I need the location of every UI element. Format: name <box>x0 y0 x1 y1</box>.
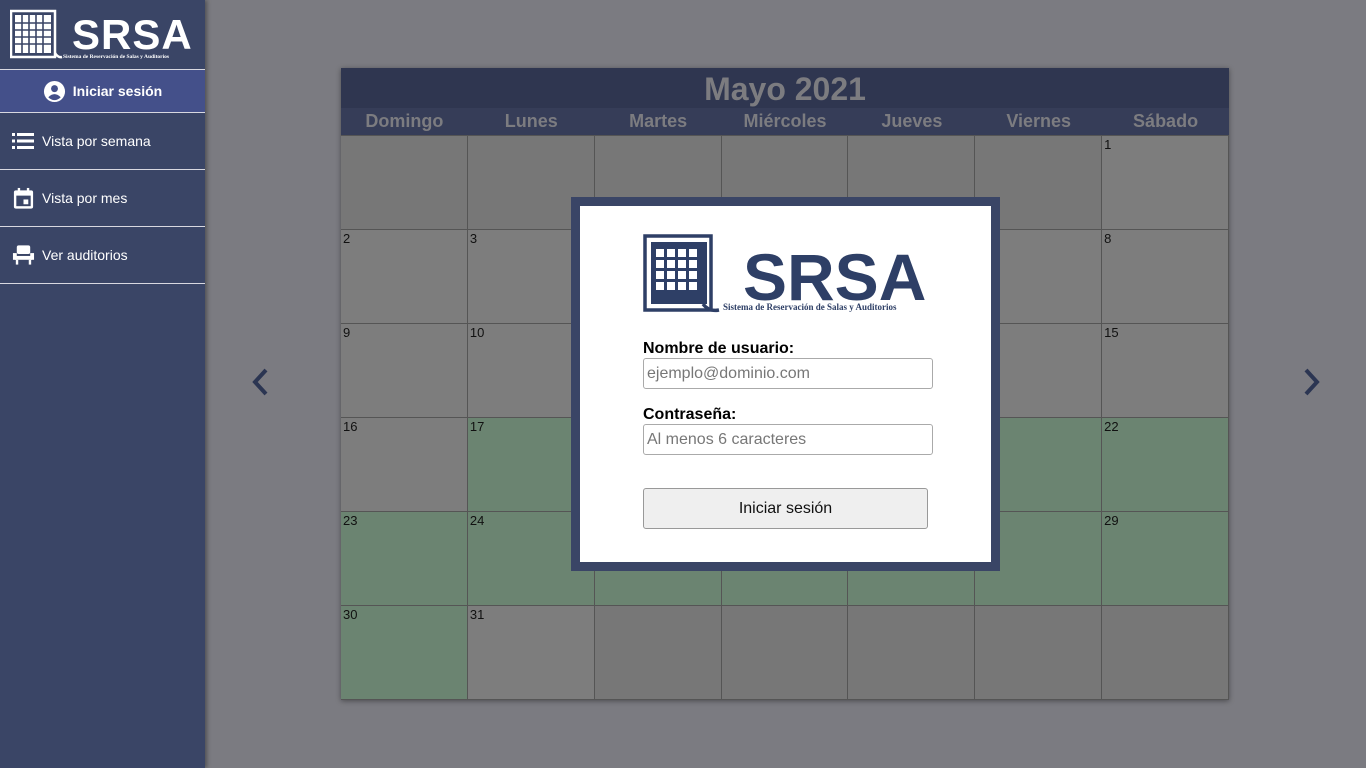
calendar-logo-icon <box>10 9 63 58</box>
login-submit-button[interactable]: Iniciar sesión <box>643 488 928 529</box>
day-number: 2 <box>343 231 351 246</box>
logo-text: SRSA <box>72 11 193 58</box>
chevron-right-icon <box>1304 368 1320 396</box>
calendar-title: Mayo 2021 <box>341 68 1229 108</box>
sidebar-item-label: Vista por semana <box>42 133 151 149</box>
sidebar-item-auditoriums[interactable]: Ver auditorios <box>0 227 205 284</box>
day-number: 3 <box>469 231 478 246</box>
username-label: Nombre de usuario: <box>643 340 795 357</box>
calendar-day-cell[interactable]: 31 <box>467 606 595 700</box>
sidebar-item-weekly-view[interactable]: Vista por semana <box>0 113 205 170</box>
day-number: 29 <box>1104 513 1119 528</box>
sidebar-login-button[interactable]: Iniciar sesión <box>0 70 205 113</box>
calendar-day-cell <box>341 136 468 230</box>
login-modal: SRSA Sistema de Reservación de Salas y A… <box>571 197 1000 571</box>
day-number: 30 <box>343 607 358 622</box>
calendar-day-cell[interactable]: 15 <box>1102 324 1229 418</box>
password-input[interactable] <box>643 424 933 455</box>
calendar-day-cell <box>594 606 722 700</box>
seat-icon <box>12 245 35 265</box>
weekday-label: Jueves <box>881 111 943 131</box>
srsa-logo: SRSA Sistema de Reservación de Salas y A… <box>10 9 193 60</box>
day-number: 22 <box>1104 419 1119 434</box>
weekday-label: Viernes <box>1006 111 1072 131</box>
day-number: 31 <box>469 607 485 622</box>
calendar-day-cell[interactable]: 23 <box>341 512 468 606</box>
account-icon <box>43 80 65 102</box>
day-number: 9 <box>343 325 351 340</box>
calendar-day-cell[interactable]: 2 <box>341 230 468 324</box>
calendar-day-cell[interactable]: 29 <box>1102 512 1229 606</box>
sidebar-login-label: Iniciar sesión <box>72 83 163 99</box>
day-number: 24 <box>469 513 485 528</box>
calendar-day-cell[interactable]: 16 <box>341 418 468 512</box>
weekday-label: Lunes <box>504 111 558 131</box>
day-number: 10 <box>469 325 485 340</box>
srsa-logo: SRSA Sistema de Reservación de Salas y A… <box>643 234 926 314</box>
password-label: Contraseña: <box>643 406 737 423</box>
chevron-left-icon <box>252 368 268 396</box>
weekday-label: Sábado <box>1133 111 1199 131</box>
username-input[interactable] <box>643 358 933 389</box>
calendar-day-cell[interactable]: 9 <box>341 324 468 418</box>
sidebar-item-monthly-view[interactable]: Vista por mes <box>0 170 205 227</box>
sidebar-item-label: Vista por mes <box>42 190 128 206</box>
weekday-header: Domingo Lunes Martes Miércoles Jueves Vi… <box>341 108 1229 135</box>
previous-month-button[interactable] <box>248 366 272 398</box>
calendar-day-cell <box>848 606 976 700</box>
day-number: 1 <box>1104 137 1112 152</box>
logo-subtitle: Sistema de Reservación de Salas y Audito… <box>63 54 169 60</box>
sidebar-logo[interactable]: SRSA Sistema de Reservación de Salas y A… <box>0 0 205 70</box>
list-icon <box>12 133 34 149</box>
sidebar: SRSA Sistema de Reservación de Salas y A… <box>0 0 205 768</box>
next-month-button[interactable] <box>1300 366 1324 398</box>
calendar-day-cell[interactable]: 1 <box>1102 136 1229 230</box>
day-number: 16 <box>343 419 358 434</box>
calendar-logo-icon <box>643 234 720 313</box>
day-number: 8 <box>1104 231 1112 246</box>
weekday-label: Domingo <box>365 111 444 131</box>
login-modal-body: SRSA Sistema de Reservación de Salas y A… <box>580 206 991 562</box>
weekday-label: Martes <box>629 111 688 131</box>
logo-subtitle: Sistema de Reservación de Salas y Audito… <box>723 302 897 312</box>
day-number: 23 <box>343 513 358 528</box>
calendar-day-cell <box>1102 606 1229 700</box>
day-number: 15 <box>1104 325 1119 340</box>
calendar-day-cell[interactable]: 30 <box>341 606 468 700</box>
sidebar-item-label: Ver auditorios <box>42 247 128 263</box>
calendar-day-cell[interactable]: 22 <box>1102 418 1229 512</box>
weekday-label: Miércoles <box>743 111 827 131</box>
calendar-day-cell[interactable]: 8 <box>1102 230 1229 324</box>
day-number: 17 <box>469 419 485 434</box>
calendar-day-cell <box>721 606 849 700</box>
calendar-day-cell <box>975 606 1103 700</box>
calendar-icon <box>13 187 34 209</box>
